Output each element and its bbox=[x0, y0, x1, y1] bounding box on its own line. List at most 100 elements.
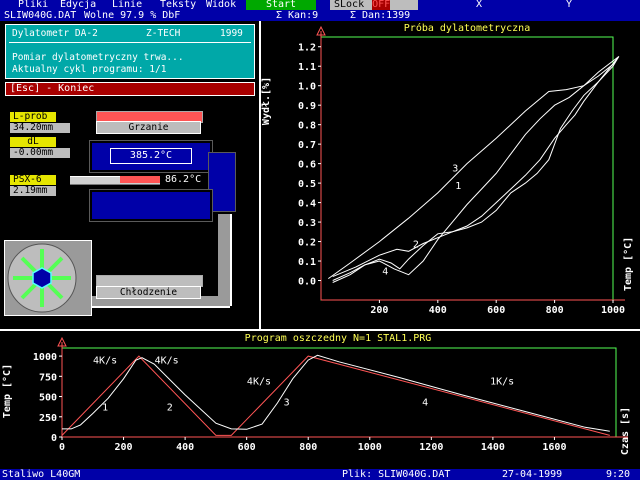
menu-linie[interactable]: Linie bbox=[112, 0, 142, 10]
bottom-date: 27-04-1999 bbox=[502, 469, 563, 480]
x-tick-label: 600 bbox=[238, 442, 256, 453]
sample-hot-zone bbox=[120, 176, 160, 183]
y-tick-label: 0.2 bbox=[298, 238, 316, 249]
slock-state: OFF bbox=[372, 0, 391, 10]
start-button[interactable]: Start bbox=[246, 0, 316, 10]
menu-teksty[interactable]: Teksty bbox=[160, 0, 196, 10]
status-free: Wolne 97.9 % DbF bbox=[84, 10, 181, 21]
bottom-time: 9:20 bbox=[606, 469, 631, 480]
chart1-title: Próba dylatometryczna bbox=[404, 22, 530, 34]
menu-bar: Pliki Edycja Linie Teksty Widok Start SL… bbox=[0, 0, 640, 10]
series-line-3 bbox=[332, 56, 620, 278]
x-tick-label: 1200 bbox=[419, 442, 443, 453]
status-kan: Σ Kan:9 bbox=[276, 10, 319, 21]
bottom-file: Plik: SLIW040G.DAT bbox=[342, 469, 451, 480]
device-info-box: Dylatometr DA-2 Z-TECH 1999 Pomiar dylat… bbox=[5, 24, 255, 79]
chart1-ylabel: Wydł.[%] bbox=[261, 77, 272, 125]
menu-widok[interactable]: Widok bbox=[206, 0, 236, 10]
psx-value: 2.19mm bbox=[10, 186, 56, 196]
y-tick-label: 250 bbox=[39, 413, 57, 424]
plot-frame bbox=[320, 36, 614, 301]
dl-value: -0.00mm bbox=[10, 148, 70, 158]
series-line-4 bbox=[332, 56, 620, 281]
y-tick-label: 0 bbox=[51, 433, 57, 444]
y-tick-label: 0.5 bbox=[298, 179, 316, 190]
esc-exit-button[interactable]: [Esc] - Koniec bbox=[5, 82, 255, 96]
lprob-label: L-prob bbox=[10, 112, 56, 122]
measurement-status: Pomiar dylatometryczny trwa... bbox=[12, 52, 184, 63]
furnace-temp: 385.2°C bbox=[110, 148, 192, 164]
x-tick-label: 1400 bbox=[481, 442, 505, 453]
x-tick-label: 1000 bbox=[358, 442, 382, 453]
chart-annotation: 4K/s bbox=[155, 355, 179, 366]
slock-label: SLock bbox=[334, 0, 365, 10]
y-tick-label: 750 bbox=[39, 372, 57, 383]
menu-edycja[interactable]: Edycja bbox=[60, 0, 96, 10]
cooling-button[interactable]: Chłodzenie bbox=[96, 286, 201, 299]
y-tick-label: 1.0 bbox=[298, 82, 316, 93]
y-tick-label: 0.8 bbox=[298, 121, 316, 132]
y-tick-label: 0.7 bbox=[298, 140, 316, 151]
y-tick-label: 0.3 bbox=[298, 218, 316, 229]
coord-x-label: X bbox=[476, 0, 483, 10]
program-chart: Program oszczedny N=1 STAL1.PRG Temp [°C… bbox=[2, 333, 631, 455]
chart2-ylabel: Temp [°C] bbox=[2, 364, 13, 418]
dl-label: dL bbox=[10, 137, 56, 147]
series-line-1 bbox=[328, 56, 620, 280]
chart-annotation: 3 bbox=[452, 163, 458, 174]
x-tick-label: 200 bbox=[370, 305, 388, 316]
device-year: 1999 bbox=[220, 28, 243, 39]
cooling-fan-housing bbox=[4, 240, 92, 316]
chart-annotation: 1 bbox=[455, 181, 461, 192]
chart-annotation: 4K/s bbox=[93, 355, 117, 366]
device-maker: Z-TECH bbox=[146, 28, 181, 39]
y-tick-label: 500 bbox=[39, 393, 57, 404]
y-tick-label: 0.6 bbox=[298, 160, 316, 171]
x-tick-label: 400 bbox=[176, 442, 194, 453]
slock-toggle[interactable]: SLock OFF bbox=[330, 0, 418, 10]
x-tick-label: 1600 bbox=[542, 442, 566, 453]
fan-icon bbox=[7, 243, 77, 313]
chart-annotation: 1K/s bbox=[490, 376, 514, 387]
lprob-value: 34.20mm bbox=[10, 123, 70, 133]
chart-annotation: 2 bbox=[167, 402, 173, 413]
bottom-status-bar: Staliwo L40GM Plik: SLIW040G.DAT 27-04-1… bbox=[0, 469, 640, 480]
x-tick-label: 800 bbox=[546, 305, 564, 316]
heating-button[interactable]: Grzanie bbox=[96, 121, 201, 134]
x-tick-label: 0 bbox=[59, 442, 65, 453]
series-line-2 bbox=[332, 56, 620, 283]
x-tick-label: 200 bbox=[115, 442, 133, 453]
dilatometric-chart: Próba dylatometryczna Wydł.[%] Temp [°C]… bbox=[261, 22, 634, 316]
program-cycle: Aktualny cykl programu: 1/1 bbox=[12, 64, 167, 75]
y-tick-label: 0.1 bbox=[298, 257, 316, 268]
y-tick-label: 1.1 bbox=[298, 62, 316, 73]
material-label: Staliwo L40GM bbox=[2, 469, 81, 480]
x-tick-label: 400 bbox=[429, 305, 447, 316]
chart-annotation: 1 bbox=[102, 402, 108, 413]
series-line-1 bbox=[61, 355, 610, 436]
status-bar: SLIW040G.DAT Wolne 97.9 % DbF Σ Kan:9 Σ … bbox=[0, 10, 640, 21]
info-divider bbox=[9, 42, 251, 43]
status-file: SLIW040G.DAT bbox=[4, 10, 77, 21]
x-tick-label: 1000 bbox=[601, 305, 625, 316]
coord-y-label: Y bbox=[566, 0, 573, 10]
series-line-2 bbox=[62, 354, 610, 432]
cooling-pipe-vertical bbox=[218, 214, 232, 306]
y-tick-label: 1.2 bbox=[298, 43, 316, 54]
device-name: Dylatometr DA-2 bbox=[12, 28, 98, 39]
y-tick-label: 0.0 bbox=[298, 277, 316, 288]
y-tick-label: 0.9 bbox=[298, 101, 316, 112]
x-tick-label: 800 bbox=[299, 442, 317, 453]
furnace-lower bbox=[90, 190, 212, 221]
chart1-xlabel: Temp [°C] bbox=[623, 237, 634, 291]
chart-annotation: 4 bbox=[422, 397, 428, 408]
status-dan: Σ Dan:1399 bbox=[350, 10, 411, 21]
chart-annotation: 4 bbox=[382, 267, 388, 278]
sample-temp: 86.2°C bbox=[165, 174, 202, 185]
chart2-xlabel: Czas [s] bbox=[620, 407, 631, 455]
menu-pliki[interactable]: Pliki bbox=[18, 0, 48, 10]
chart-annotation: 2 bbox=[413, 239, 419, 250]
chart-annotation: 4K/s bbox=[247, 376, 271, 387]
y-tick-label: 1000 bbox=[33, 352, 57, 363]
chart2-title: Program oszczedny N=1 STAL1.PRG bbox=[245, 333, 432, 344]
